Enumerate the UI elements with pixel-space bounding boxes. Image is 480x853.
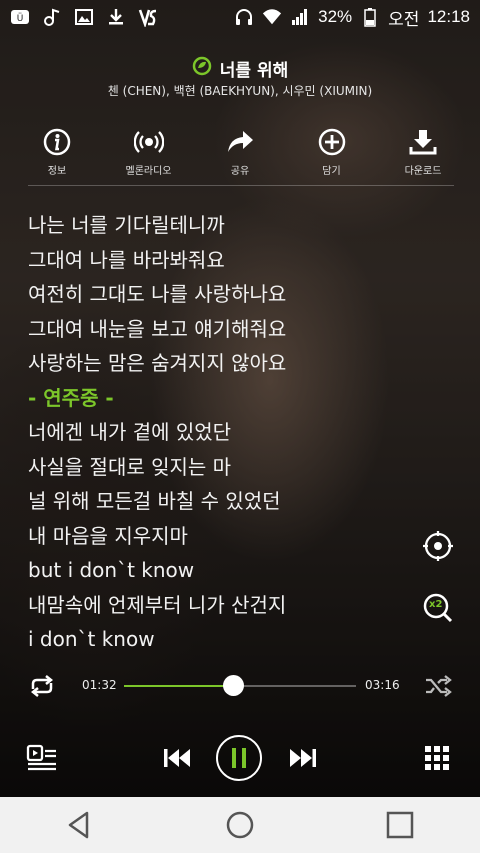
info-icon <box>43 128 71 156</box>
signal-icon <box>290 7 310 27</box>
info-button[interactable]: 정보 <box>12 127 102 179</box>
recent-apps-icon <box>386 811 414 839</box>
add-label: 담기 <box>322 166 341 177</box>
clock-time: 12:18 <box>427 7 470 26</box>
pause-button[interactable] <box>216 735 262 781</box>
player-controls <box>0 732 480 784</box>
home-icon <box>226 811 254 839</box>
info-label: 정보 <box>47 166 67 177</box>
toolbar-divider <box>28 185 454 186</box>
song-artists[interactable]: 첸 (CHEN), 백현 (BAEKHYUN), 시우민 (XIUMIN) <box>0 82 480 99</box>
image-icon <box>74 7 94 27</box>
speed-button[interactable]: x2 <box>422 592 454 624</box>
home-button[interactable] <box>210 805 270 845</box>
progress-fill <box>124 685 234 687</box>
shuffle-icon <box>426 675 452 697</box>
lyric-line: 여전히 그대도 나를 사랑하나요 <box>28 282 287 306</box>
lyric-line: 나는 너를 기다릴테니까 <box>28 213 225 237</box>
download-icon <box>409 130 437 155</box>
back-icon <box>68 811 89 839</box>
song-title: 너를 위해 <box>219 61 289 81</box>
melon-leaf-icon <box>192 56 212 81</box>
lyric-line: 내 마음을 지우지마 <box>28 523 188 548</box>
action-toolbar: 정보 멜론라디오 공유 담기 다운로드 <box>12 127 468 179</box>
grid-menu-button[interactable] <box>422 743 452 773</box>
playlist-icon <box>26 744 56 771</box>
focus-button[interactable] <box>422 530 454 562</box>
pause-icon <box>232 748 246 768</box>
battery-percent: 32% <box>318 7 353 26</box>
lyric-line: 너에겐 내가 곁에 있었단 <box>28 420 232 444</box>
clock-ampm: 오전 <box>388 9 420 29</box>
crosshair-icon <box>423 531 453 561</box>
system-nav-bar <box>0 797 480 853</box>
repeat-icon <box>30 675 54 697</box>
svg-text:Ü: Ü <box>17 13 24 24</box>
lyric-line: 내맘속에 언제부터 니가 산건지 <box>28 592 287 617</box>
share-label: 공유 <box>230 166 250 177</box>
grid-menu-icon <box>425 746 449 770</box>
battery-icon <box>360 7 380 27</box>
next-button[interactable] <box>286 743 320 773</box>
download-button[interactable]: 다운로드 <box>378 127 468 179</box>
wifi-icon <box>262 7 282 27</box>
lyric-line-current: - 연주중 - <box>28 385 114 410</box>
playlist-button[interactable] <box>26 743 58 773</box>
share-icon <box>228 131 253 152</box>
shuffle-button[interactable] <box>424 675 452 701</box>
radio-button[interactable]: 멜론라디오 <box>104 127 194 179</box>
lyric-line: but i don`t know <box>28 558 195 582</box>
previous-button[interactable] <box>160 743 194 773</box>
radio-icon <box>133 131 164 153</box>
elapsed-time: 01:32 <box>82 678 117 692</box>
lyrics-panel[interactable]: 나는 너를 기다릴테니까그대여 나를 바라봐줘요여전히 그대도 나를 사랑하나요… <box>28 208 418 657</box>
previous-icon <box>164 749 190 767</box>
progress-thumb[interactable] <box>222 675 244 696</box>
song-title-row[interactable]: 너를 위해 <box>0 56 480 81</box>
add-button[interactable]: 담기 <box>287 127 377 179</box>
lyric-line: 널 위해 모든걸 바칠 수 있었던 <box>28 489 281 513</box>
back-button[interactable] <box>50 805 110 845</box>
duration-time: 03:16 <box>365 678 400 692</box>
lyric-line: 사랑하는 맘은 숨겨지지 않아요 <box>28 351 287 375</box>
music-note-icon <box>42 7 62 27</box>
lyric-line: 사실을 절대로 잊지는 마 <box>28 454 232 479</box>
vs-app-icon <box>138 7 158 27</box>
download-icon <box>106 7 126 27</box>
repeat-button[interactable] <box>28 674 56 702</box>
progress-row: 01:32 03:16 <box>0 672 480 700</box>
lyric-line: 그대여 나를 바라봐줘요 <box>28 247 225 272</box>
lyric-line: 그대여 내눈을 보고 얘기해줘요 <box>28 316 287 341</box>
speed-badge: x2 <box>429 599 443 610</box>
status-bar: Ü 32% 오전 12:18 <box>0 0 480 34</box>
lyric-line: i don`t know <box>28 627 155 651</box>
talk-icon: Ü <box>10 7 30 27</box>
download-label: 다운로드 <box>404 166 442 177</box>
headphones-icon <box>234 7 254 27</box>
recent-apps-button[interactable] <box>370 805 430 845</box>
add-icon <box>318 128 345 156</box>
next-icon <box>290 749 316 767</box>
share-button[interactable]: 공유 <box>195 127 285 179</box>
radio-label: 멜론라디오 <box>125 166 172 177</box>
